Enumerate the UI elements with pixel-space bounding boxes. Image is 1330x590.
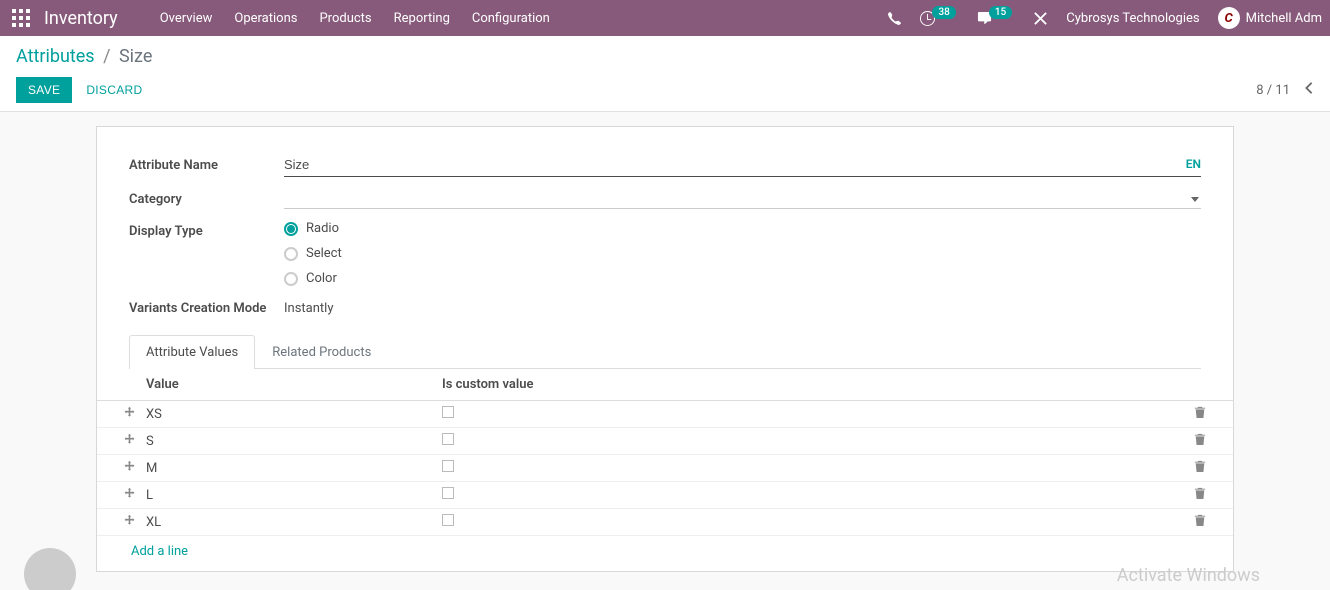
radio-label: Select — [306, 246, 342, 261]
attribute-name-input[interactable] — [284, 155, 1201, 177]
pager: 8 / 11 — [1256, 81, 1314, 99]
delete-icon[interactable] — [1182, 405, 1218, 423]
activity-icon[interactable]: 38 — [920, 11, 958, 26]
drag-handle-icon[interactable] — [112, 406, 146, 423]
nav-overview[interactable]: Overview — [160, 11, 213, 26]
checkbox[interactable] — [442, 433, 454, 445]
radio-option-radio[interactable]: Radio — [284, 221, 1201, 236]
drag-handle-icon[interactable] — [112, 433, 146, 450]
control-bar: Attributes / Size SAVE DISCARD 8 / 11 — [0, 36, 1330, 112]
breadcrumb-parent[interactable]: Attributes — [16, 46, 95, 67]
delete-icon[interactable] — [1182, 459, 1218, 477]
drag-handle-icon[interactable] — [112, 460, 146, 477]
tab-related-products[interactable]: Related Products — [255, 335, 388, 369]
table-row[interactable]: S — [97, 428, 1233, 455]
col-header-value[interactable]: Value — [146, 377, 442, 392]
checkbox[interactable] — [442, 460, 454, 472]
phone-icon[interactable] — [887, 11, 902, 26]
breadcrumb-current: Size — [119, 46, 152, 67]
table-row[interactable]: XS — [97, 401, 1233, 428]
table-row[interactable]: L — [97, 482, 1233, 509]
drag-handle-icon[interactable] — [112, 514, 146, 531]
delete-icon[interactable] — [1182, 432, 1218, 450]
cell-custom — [442, 487, 1182, 503]
cell-value[interactable]: XL — [146, 515, 442, 530]
lang-tag[interactable]: EN — [1186, 157, 1201, 171]
label-variants-mode: Variants Creation Mode — [129, 298, 284, 316]
col-header-custom[interactable]: Is custom value — [442, 377, 1182, 392]
avatar: C — [1218, 7, 1240, 29]
table-row[interactable]: M — [97, 455, 1233, 482]
radio-dot-icon — [284, 272, 298, 286]
delete-icon[interactable] — [1182, 513, 1218, 531]
messages-badge: 15 — [989, 6, 1012, 19]
checkbox[interactable] — [442, 406, 454, 418]
close-icon[interactable] — [1033, 11, 1048, 26]
user-menu[interactable]: C Mitchell Adm — [1218, 7, 1322, 29]
radio-label: Radio — [306, 221, 339, 236]
cell-value[interactable]: S — [146, 434, 442, 449]
activity-badge: 38 — [932, 6, 955, 19]
radio-option-color[interactable]: Color — [284, 271, 1201, 286]
radio-dot-icon — [284, 247, 298, 261]
label-display-type: Display Type — [129, 221, 284, 239]
tab-attribute-values[interactable]: Attribute Values — [129, 335, 255, 369]
user-name: Mitchell Adm — [1246, 11, 1322, 26]
cell-custom — [442, 406, 1182, 422]
nav-operations[interactable]: Operations — [234, 11, 297, 26]
radio-dot-icon — [284, 222, 298, 236]
form-sheet: Attribute Name EN Category Display Type — [96, 126, 1234, 572]
checkbox[interactable] — [442, 487, 454, 499]
discard-button[interactable]: DISCARD — [86, 83, 142, 97]
apps-icon[interactable] — [12, 9, 30, 27]
nav-products[interactable]: Products — [319, 11, 371, 26]
label-category: Category — [129, 189, 284, 207]
pager-position: 8 / 11 — [1256, 83, 1290, 98]
nav-reporting[interactable]: Reporting — [394, 11, 450, 26]
company-name[interactable]: Cybrosys Technologies — [1066, 11, 1199, 26]
category-select[interactable] — [284, 189, 1201, 209]
table-header: Value Is custom value — [97, 369, 1233, 401]
label-attribute-name: Attribute Name — [129, 155, 284, 173]
cell-custom — [442, 460, 1182, 476]
add-line-link[interactable]: Add a line — [97, 536, 1233, 571]
chevron-left-icon[interactable] — [1304, 81, 1314, 99]
table-row[interactable]: XL — [97, 509, 1233, 536]
checkbox[interactable] — [442, 514, 454, 526]
app-title[interactable]: Inventory — [44, 8, 118, 29]
breadcrumb-separator: / — [103, 46, 110, 67]
cell-custom — [442, 514, 1182, 530]
nav-configuration[interactable]: Configuration — [472, 11, 550, 26]
cell-value[interactable]: XS — [146, 407, 442, 422]
cell-value[interactable]: M — [146, 461, 442, 476]
breadcrumb: Attributes / Size — [16, 46, 1314, 67]
delete-icon[interactable] — [1182, 486, 1218, 504]
radio-label: Color — [306, 271, 337, 286]
drag-handle-icon[interactable] — [112, 487, 146, 504]
save-button[interactable]: SAVE — [16, 77, 72, 103]
topbar: Inventory Overview Operations Products R… — [0, 0, 1330, 36]
radio-option-select[interactable]: Select — [284, 246, 1201, 261]
messages-icon[interactable]: 15 — [977, 11, 1015, 26]
cell-custom — [442, 433, 1182, 449]
cell-value[interactable]: L — [146, 488, 442, 503]
variants-mode-value: Instantly — [284, 298, 1201, 316]
nav-menu: Overview Operations Products Reporting C… — [160, 11, 550, 26]
